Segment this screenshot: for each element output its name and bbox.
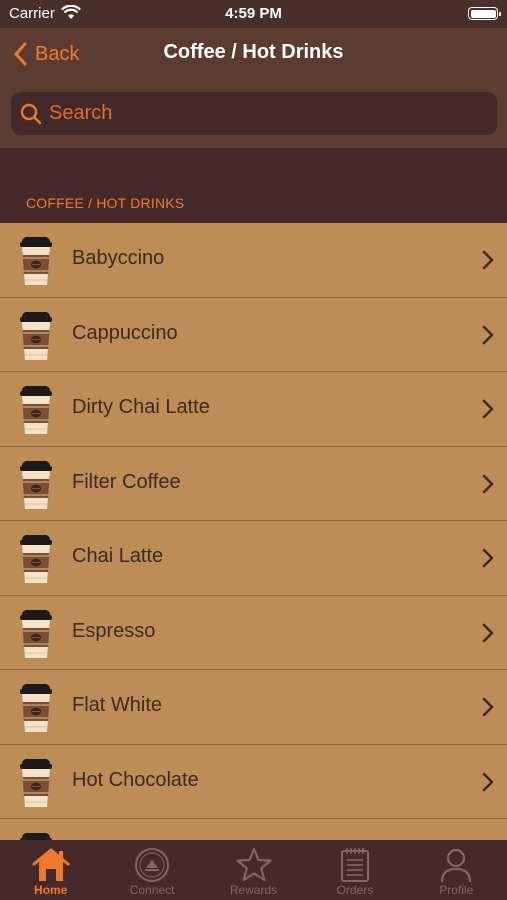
item-name: Cappuccino	[72, 321, 178, 344]
tab-orders[interactable]: Orders	[304, 840, 405, 900]
item-name: Babyccino	[72, 247, 165, 269]
chevron-right-icon	[482, 250, 494, 275]
item-name: Filter Coffee	[72, 470, 181, 493]
coffee-cup-icon	[17, 532, 55, 586]
tab-home[interactable]: Home	[0, 840, 101, 900]
list-item[interactable]: Hot Chocolate	[0, 745, 507, 819]
chevron-right-icon	[482, 548, 494, 573]
item-name: Hot Chocolate	[72, 768, 199, 791]
coffee-cup-icon	[17, 458, 55, 512]
tab-profile[interactable]: Profile	[406, 840, 507, 900]
tab-label: Profile	[439, 883, 474, 897]
chevron-right-icon	[482, 623, 494, 648]
drink-list[interactable]: Babyccino Cappuccino Dirty Chai Latte Fi…	[0, 223, 507, 840]
section-title: COFFEE / HOT DRINKS	[26, 195, 185, 211]
item-name: Chai Latte	[72, 545, 164, 567]
battery-icon	[468, 7, 501, 20]
connect-icon	[132, 846, 172, 884]
list-item[interactable]: Flat White	[0, 670, 507, 745]
list-item[interactable]	[0, 819, 507, 840]
list-item[interactable]: Dirty Chai Latte	[0, 372, 507, 447]
chevron-right-icon	[482, 697, 494, 722]
coffee-cup-icon	[17, 607, 55, 661]
coffee-cup-icon	[17, 830, 55, 840]
coffee-cup-icon	[17, 383, 55, 437]
coffee-cup-icon	[17, 756, 55, 810]
tab-label: Orders	[336, 883, 374, 897]
coffee-cup-icon	[17, 309, 55, 363]
tab-bar: Home Connect Rewards Orders Profile	[0, 840, 507, 900]
home-icon	[31, 846, 71, 884]
status-bar: Carrier 4:59 PM	[0, 0, 507, 28]
list-item[interactable]: Chai Latte	[0, 521, 507, 596]
chevron-right-icon	[482, 474, 494, 499]
chevron-right-icon	[482, 399, 494, 424]
nav-bar: Back Coffee / Hot Drinks	[0, 28, 507, 80]
tab-label: Rewards	[229, 883, 278, 897]
item-name: Espresso	[72, 619, 156, 642]
section-header: COFFEE / HOT DRINKS	[0, 148, 507, 223]
list-item[interactable]: Cappuccino	[0, 298, 507, 372]
profile-icon	[436, 846, 476, 884]
tab-connect[interactable]: Connect	[101, 840, 202, 900]
search-icon	[20, 103, 42, 124]
chevron-right-icon	[482, 772, 494, 797]
clock: 4:59 PM	[225, 5, 282, 22]
item-name: Flat White	[72, 694, 163, 716]
tab-label: Home	[34, 883, 68, 897]
chevron-right-icon	[482, 325, 494, 350]
search-container	[0, 80, 507, 148]
list-item[interactable]: Filter Coffee	[0, 447, 507, 521]
coffee-cup-icon	[17, 681, 55, 735]
orders-icon	[335, 846, 375, 884]
search-input[interactable]	[49, 102, 479, 125]
coffee-cup-icon	[17, 234, 55, 288]
tab-label: Connect	[129, 883, 175, 897]
list-item[interactable]: Babyccino	[0, 223, 507, 298]
star-icon	[234, 846, 274, 884]
search-bar[interactable]	[11, 92, 497, 135]
list-item[interactable]: Espresso	[0, 596, 507, 670]
page-title: Coffee / Hot Drinks	[163, 41, 344, 63]
tab-rewards[interactable]: Rewards	[203, 840, 304, 900]
item-name: Dirty Chai Latte	[72, 396, 210, 418]
